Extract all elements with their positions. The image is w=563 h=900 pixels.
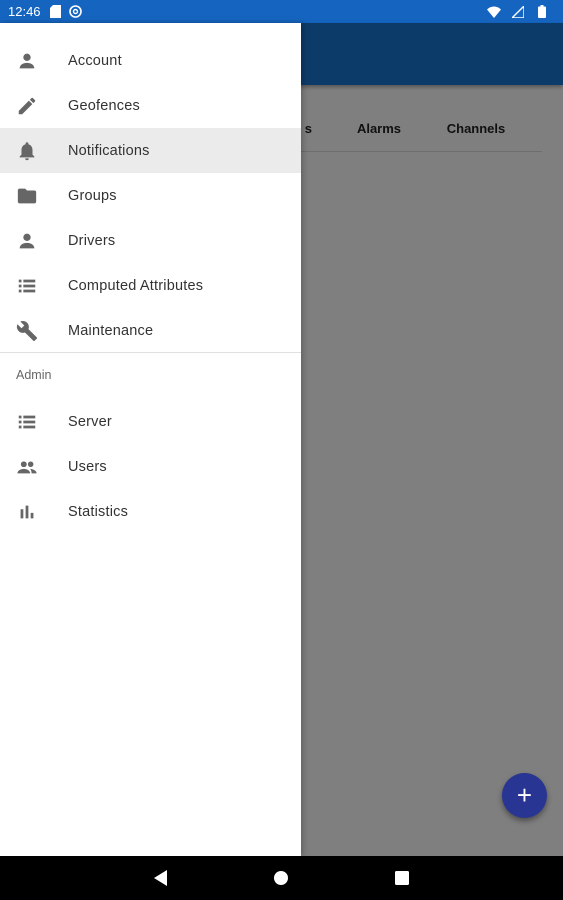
person-icon [16,230,38,252]
folder-icon [16,185,38,207]
drawer-item-users[interactable]: Users [0,444,301,489]
drawer-item-label: Computed Attributes [68,277,204,294]
drawer-item-groups[interactable]: Groups [0,173,301,218]
status-time: 12:46 [8,4,41,19]
drawer-item-label: Account [68,52,122,69]
pencil-icon [16,95,38,117]
drawer-item-computed-attributes[interactable]: Computed Attributes [0,263,301,308]
drawer-item-label: Geofences [68,97,140,114]
list-icon [16,275,38,297]
drawer-item-label: Server [68,413,112,430]
sd-card-icon [49,5,63,19]
drawer-item-label: Statistics [68,503,129,520]
add-fab-button[interactable]: + [502,773,547,818]
drawer-item-label: Notifications [68,142,150,159]
drawer-item-drivers[interactable]: Drivers [0,218,301,263]
home-icon[interactable] [270,867,292,889]
wifi-icon [487,5,501,19]
list-icon [16,411,38,433]
system-nav-bar [0,856,563,900]
drawer-item-label: Users [68,458,107,475]
drawer-item-notifications[interactable]: Notifications [0,128,301,173]
drawer-item-label: Drivers [68,232,116,249]
bar-chart-icon [16,501,38,523]
people-icon [16,456,38,478]
drawer-item-server[interactable]: Server [0,399,301,444]
wrench-icon [16,320,38,342]
drawer-item-account[interactable]: Account [0,38,301,83]
bell-icon [16,140,38,162]
drawer-item-statistics[interactable]: Statistics [0,489,301,534]
admin-subheader: Admin [16,368,52,382]
drawer-item-maintenance[interactable]: Maintenance [0,308,301,353]
plus-icon: + [516,780,533,810]
drawer-item-label: Maintenance [68,322,154,339]
drawer-item-geofences[interactable]: Geofences [0,83,301,128]
at-sign-icon [69,5,83,19]
person-icon [16,50,38,72]
recents-icon[interactable] [391,867,413,889]
back-icon[interactable] [150,867,172,889]
drawer-item-label: Groups [68,187,117,204]
navigation-drawer: Account Geofences Notifications Groups D… [0,23,301,856]
signal-icon [511,5,525,19]
battery-icon [535,5,549,19]
drawer-divider [0,352,301,353]
status-bar: 12:46 [0,0,563,23]
